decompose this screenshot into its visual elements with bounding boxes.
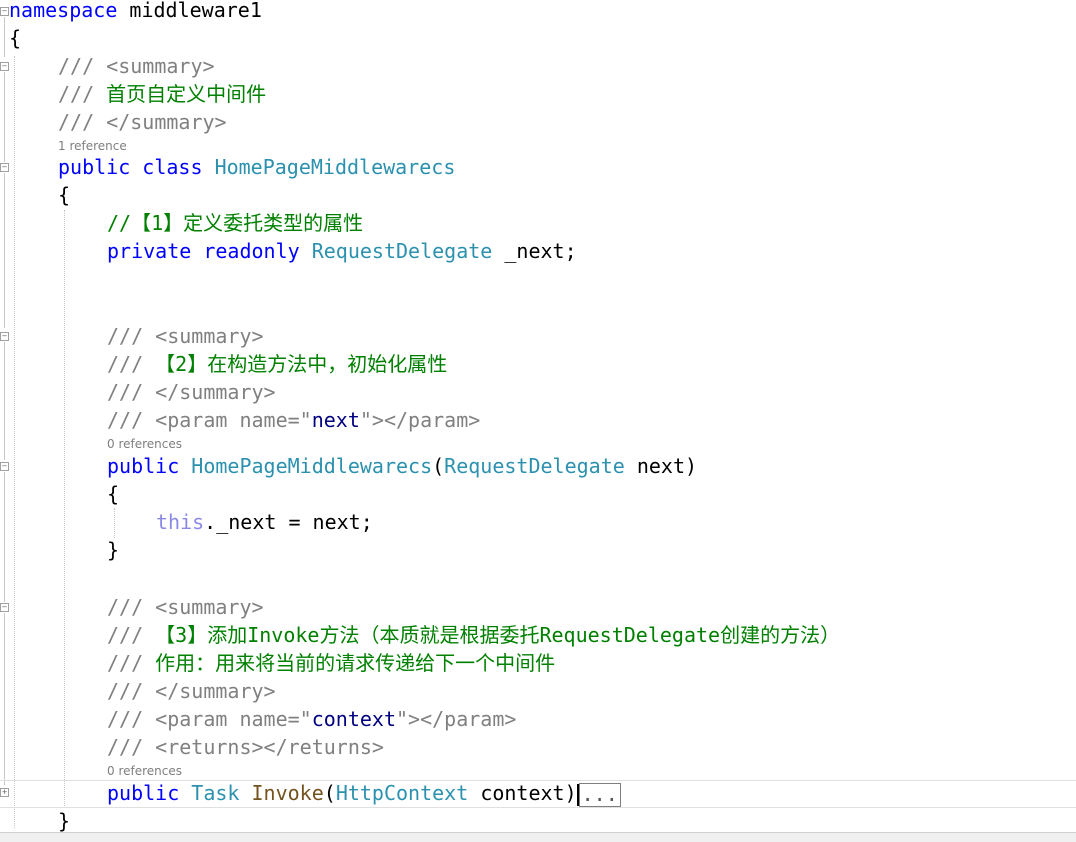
xml-doc: /// </summary> bbox=[58, 110, 227, 134]
identifier: _next; bbox=[504, 239, 577, 263]
code-line: public Task Invoke(HttpContext context).… bbox=[0, 779, 1076, 807]
collapsed-region-marker[interactable]: ... bbox=[578, 782, 621, 807]
xml-doc: "></param> bbox=[359, 408, 481, 432]
keyword: class bbox=[142, 155, 203, 179]
type-name: HomePageMiddlewarecs bbox=[214, 155, 456, 179]
comment-text: 首页自定义中间件 bbox=[106, 82, 267, 106]
identifier: next) bbox=[636, 454, 698, 478]
code-line: /// 作用：用来将当前的请求传递给下一个中间件 bbox=[0, 649, 1076, 677]
keyword: readonly bbox=[203, 239, 300, 263]
type-name: RequestDelegate bbox=[444, 454, 625, 478]
code-line: this._next = next; bbox=[0, 508, 1076, 536]
xml-doc: /// <param name=" bbox=[107, 408, 312, 432]
code-line: /// 首页自定义中间件 bbox=[0, 80, 1076, 108]
code-line: { bbox=[0, 181, 1076, 209]
xml-doc: /// bbox=[107, 352, 156, 376]
code-line: /// <returns></returns> bbox=[0, 733, 1076, 761]
statement: ._next = next; bbox=[204, 510, 373, 534]
comment: //【1】定义委托类型的属性 bbox=[107, 211, 364, 235]
brace: } bbox=[107, 538, 120, 562]
xml-doc: /// <summary> bbox=[58, 54, 215, 78]
code-line: /// <summary> bbox=[0, 52, 1076, 80]
codelens-references[interactable]: 0 references bbox=[107, 764, 182, 778]
identifier: middleware1 bbox=[129, 0, 262, 22]
xml-doc: /// </summary> bbox=[107, 679, 276, 703]
comment-text: 【3】添加Invoke方法（本质就是根据委托RequestDelegate创建的… bbox=[155, 623, 841, 647]
code-line: /// </summary> bbox=[0, 108, 1076, 136]
comment-text: 【2】在构造方法中，初始化属性 bbox=[155, 352, 448, 376]
xml-doc: /// bbox=[58, 82, 107, 106]
type-name: Task bbox=[191, 781, 240, 805]
xml-doc: /// <summary> bbox=[107, 595, 264, 619]
code-line: public class HomePageMiddlewarecs bbox=[0, 153, 1076, 181]
keyword: public bbox=[107, 454, 180, 478]
xml-param-name: next bbox=[311, 408, 360, 432]
keyword: public bbox=[58, 155, 131, 179]
code-line: /// <summary> bbox=[0, 593, 1076, 621]
xml-doc: /// bbox=[107, 623, 156, 647]
type-name: HttpContext bbox=[335, 781, 469, 805]
xml-doc: /// bbox=[107, 651, 156, 675]
brace: { bbox=[58, 183, 71, 207]
xml-doc: /// <summary> bbox=[107, 324, 264, 348]
code-line: /// <param name="next"></param> bbox=[0, 406, 1076, 434]
code-line: /// </summary> bbox=[0, 677, 1076, 705]
code-line: /// 【2】在构造方法中，初始化属性 bbox=[0, 350, 1076, 378]
identifier: context) bbox=[480, 781, 577, 805]
brace: } bbox=[58, 809, 71, 833]
xml-param-name: context bbox=[311, 707, 396, 731]
code-line: private readonly RequestDelegate _next; bbox=[0, 237, 1076, 265]
punctuation: ( bbox=[323, 781, 336, 805]
code-line: } bbox=[0, 807, 1076, 835]
code-line: /// <param name="context"></param> bbox=[0, 705, 1076, 733]
codelens-references[interactable]: 0 references bbox=[107, 437, 182, 451]
keyword: private bbox=[107, 239, 192, 263]
code-line: /// <summary> bbox=[0, 322, 1076, 350]
keyword-this: this bbox=[156, 510, 205, 534]
code-line: /// </summary> bbox=[0, 378, 1076, 406]
keyword: namespace bbox=[9, 0, 118, 22]
code-line: } bbox=[0, 536, 1076, 564]
punctuation: ( bbox=[432, 454, 445, 478]
codelens-references[interactable]: 1 reference bbox=[58, 139, 127, 153]
code-line: { bbox=[0, 480, 1076, 508]
xml-doc: /// <returns></returns> bbox=[107, 735, 384, 759]
code-editor[interactable]: − − − − − − + namespace middleware1 { //… bbox=[0, 0, 1076, 841]
code-line: namespace middleware1 bbox=[0, 0, 1076, 24]
keyword: public bbox=[107, 781, 180, 805]
code-line: //【1】定义委托类型的属性 bbox=[0, 209, 1076, 237]
comment-text: 作用：用来将当前的请求传递给下一个中间件 bbox=[155, 651, 556, 675]
xml-doc: /// </summary> bbox=[107, 380, 276, 404]
code-line: public HomePageMiddlewarecs(RequestDeleg… bbox=[0, 452, 1076, 480]
code-line: { bbox=[0, 24, 1076, 52]
type-name: RequestDelegate bbox=[311, 239, 493, 263]
xml-doc: /// <param name=" bbox=[107, 707, 312, 731]
type-name: HomePageMiddlewarecs bbox=[191, 454, 433, 478]
method-name: Invoke bbox=[251, 781, 324, 805]
brace: { bbox=[107, 482, 120, 506]
brace: { bbox=[9, 26, 22, 50]
xml-doc: "></param> bbox=[396, 707, 517, 731]
code-line: /// 【3】添加Invoke方法（本质就是根据委托RequestDelegat… bbox=[0, 621, 1076, 649]
